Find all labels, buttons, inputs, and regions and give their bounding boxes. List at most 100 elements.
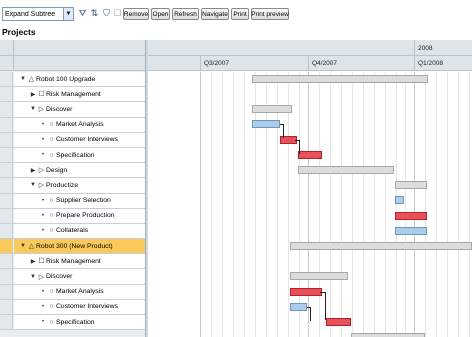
print-button[interactable]: Print xyxy=(231,8,249,20)
row-selector[interactable] xyxy=(0,147,13,163)
tree-row[interactable]: ▼ △ Robot 100 Upgrade xyxy=(0,72,146,88)
tree-row[interactable]: • ○ Customer Interviews xyxy=(0,299,146,315)
page-title: Projects xyxy=(2,27,36,37)
filter-icon[interactable]: ⛛ xyxy=(77,7,88,20)
tree-cell: • ○ Specification xyxy=(14,315,146,330)
tree-row[interactable]: • ○ Market Analysis xyxy=(0,117,146,133)
select-value: Expand Subtree xyxy=(5,10,56,18)
bullet-icon: • xyxy=(41,288,45,295)
gantt-bar-robot-100[interactable] xyxy=(252,75,428,83)
circle-icon: ○ xyxy=(49,121,54,129)
tree-row[interactable]: ▶ ▷ Design xyxy=(0,163,146,179)
phase-icon: ▷ xyxy=(38,273,45,281)
expand-subtree-select[interactable]: Expand Subtree ▼ xyxy=(2,7,74,21)
tree-row[interactable]: ▼ △ Robot 300 (New Product) xyxy=(0,239,146,255)
checkbox-icon: ☐ xyxy=(38,258,45,266)
gantt-bar-supplier-selection[interactable] xyxy=(395,196,404,204)
gantt-bar-collaterals[interactable] xyxy=(395,227,427,235)
tree-row[interactable]: • ○ Customer Interviews xyxy=(0,132,146,148)
tree-header xyxy=(0,40,146,71)
tree-row[interactable]: • ○ Collaterals xyxy=(0,223,146,240)
row-selector[interactable] xyxy=(0,117,13,132)
tree-row-label: Collaterals xyxy=(56,227,89,235)
expand-icon[interactable]: ▶ xyxy=(29,167,37,174)
row-selector[interactable] xyxy=(0,72,13,87)
row-selector[interactable] xyxy=(0,208,13,223)
tree-row[interactable]: • ○ Specification xyxy=(0,147,146,164)
gantt-bar-design[interactable] xyxy=(298,166,394,174)
bullet-icon: • xyxy=(41,212,45,219)
print-preview-button[interactable]: Print preview xyxy=(251,8,289,20)
tree-row[interactable]: ▼ ▷ Discover xyxy=(0,269,146,285)
tree-row[interactable]: ▼ ▷ Discover xyxy=(0,102,146,118)
tree-row[interactable]: • ○ Prepare Production xyxy=(0,208,146,224)
chevron-down-icon[interactable]: ▼ xyxy=(63,8,73,20)
row-selector[interactable] xyxy=(0,87,13,102)
collapse-icon[interactable]: ▼ xyxy=(29,106,37,112)
collapse-icon[interactable]: ▼ xyxy=(19,76,27,82)
gantt-bar-robot-300[interactable] xyxy=(290,242,472,250)
row-selector[interactable] xyxy=(0,315,13,330)
tree-row[interactable]: ▶ ☐ Risk Management xyxy=(0,87,146,103)
row-selector[interactable] xyxy=(0,193,13,208)
bullet-icon: • xyxy=(41,136,45,143)
row-selector[interactable] xyxy=(0,178,13,193)
gantt-bar-prepare-production[interactable] xyxy=(395,212,427,220)
row-selector[interactable] xyxy=(0,223,13,239)
tree-cell: • ○ Customer Interviews xyxy=(14,132,146,147)
gantt-bar-specification[interactable] xyxy=(298,151,322,159)
timeline-year-header: 2008 xyxy=(148,40,472,56)
row-selector[interactable] xyxy=(0,239,13,254)
row-selector[interactable] xyxy=(0,299,13,314)
phase-icon: ▷ xyxy=(38,167,45,175)
tree-row[interactable]: ▶ ☐ Risk Management xyxy=(0,254,146,270)
gantt-bar-customer-interviews-2[interactable] xyxy=(290,303,307,311)
tree-row-label: Customer Interviews xyxy=(56,303,118,311)
filter-clear-icon[interactable]: ⛉ xyxy=(101,7,112,20)
gantt-bar-specification-2[interactable] xyxy=(326,318,351,326)
row-selector[interactable] xyxy=(0,102,13,117)
gantt-bar-design-2[interactable] xyxy=(351,333,425,337)
expand-icon[interactable]: ▶ xyxy=(29,258,37,265)
tree-row-label: Market Analysis xyxy=(56,121,104,129)
tree-row[interactable]: • ○ Supplier Selection xyxy=(0,193,146,209)
project-tree: ▼ △ Robot 100 Upgrade ▶ ☐ Risk Management ▼ ▷ Di… xyxy=(0,40,146,337)
remove-button[interactable]: Remove xyxy=(123,8,149,20)
circle-icon: ○ xyxy=(49,151,54,159)
bullet-icon: • xyxy=(41,319,45,326)
bullet-icon: • xyxy=(41,227,45,234)
quarter-label: Q1/2008 xyxy=(418,60,443,67)
tree-row[interactable]: • ○ Market Analysis xyxy=(0,284,146,300)
checkbox-icon[interactable]: ☐ xyxy=(112,7,123,20)
navigate-button[interactable]: Navigate xyxy=(201,8,229,20)
warning-icon: △ xyxy=(28,76,35,84)
row-selector[interactable] xyxy=(0,269,13,284)
collapse-icon[interactable]: ▼ xyxy=(29,182,37,188)
gantt-chart: 2008 Q3/2007 Q4/2007 Q1/2008 xyxy=(148,40,472,337)
row-selector[interactable] xyxy=(0,163,13,178)
circle-icon: ○ xyxy=(49,303,54,311)
gantt-bar-productize[interactable] xyxy=(395,181,427,189)
circle-icon: ○ xyxy=(49,288,54,296)
refresh-button[interactable]: Refresh xyxy=(172,8,199,20)
row-selector[interactable] xyxy=(0,254,13,269)
bullet-icon: • xyxy=(41,303,45,310)
gantt-bar-discover-2[interactable] xyxy=(290,272,348,280)
tree-cell: ▶ ☐ Risk Management xyxy=(14,254,146,269)
row-selector[interactable] xyxy=(0,132,13,147)
tree-row[interactable]: • ○ Specification xyxy=(0,315,146,331)
row-selector[interactable] xyxy=(0,284,13,299)
open-button[interactable]: Open xyxy=(151,8,170,20)
tree-row[interactable]: ▼ ▷ Productize xyxy=(0,178,146,194)
sort-icon[interactable]: ⇅ xyxy=(89,7,100,20)
gantt-bar-market-analysis[interactable] xyxy=(252,120,280,128)
checkbox-icon: ☐ xyxy=(38,91,45,99)
collapse-icon[interactable]: ▼ xyxy=(29,274,37,280)
gantt-bar-discover[interactable] xyxy=(252,105,292,113)
tree-row-label: Productize xyxy=(46,181,79,189)
gantt-body xyxy=(148,72,472,337)
expand-icon[interactable]: ▶ xyxy=(29,91,37,98)
collapse-icon[interactable]: ▼ xyxy=(19,243,27,249)
quarter-label: Q3/2007 xyxy=(204,60,229,67)
gantt-bar-market-analysis-2[interactable] xyxy=(290,288,322,296)
